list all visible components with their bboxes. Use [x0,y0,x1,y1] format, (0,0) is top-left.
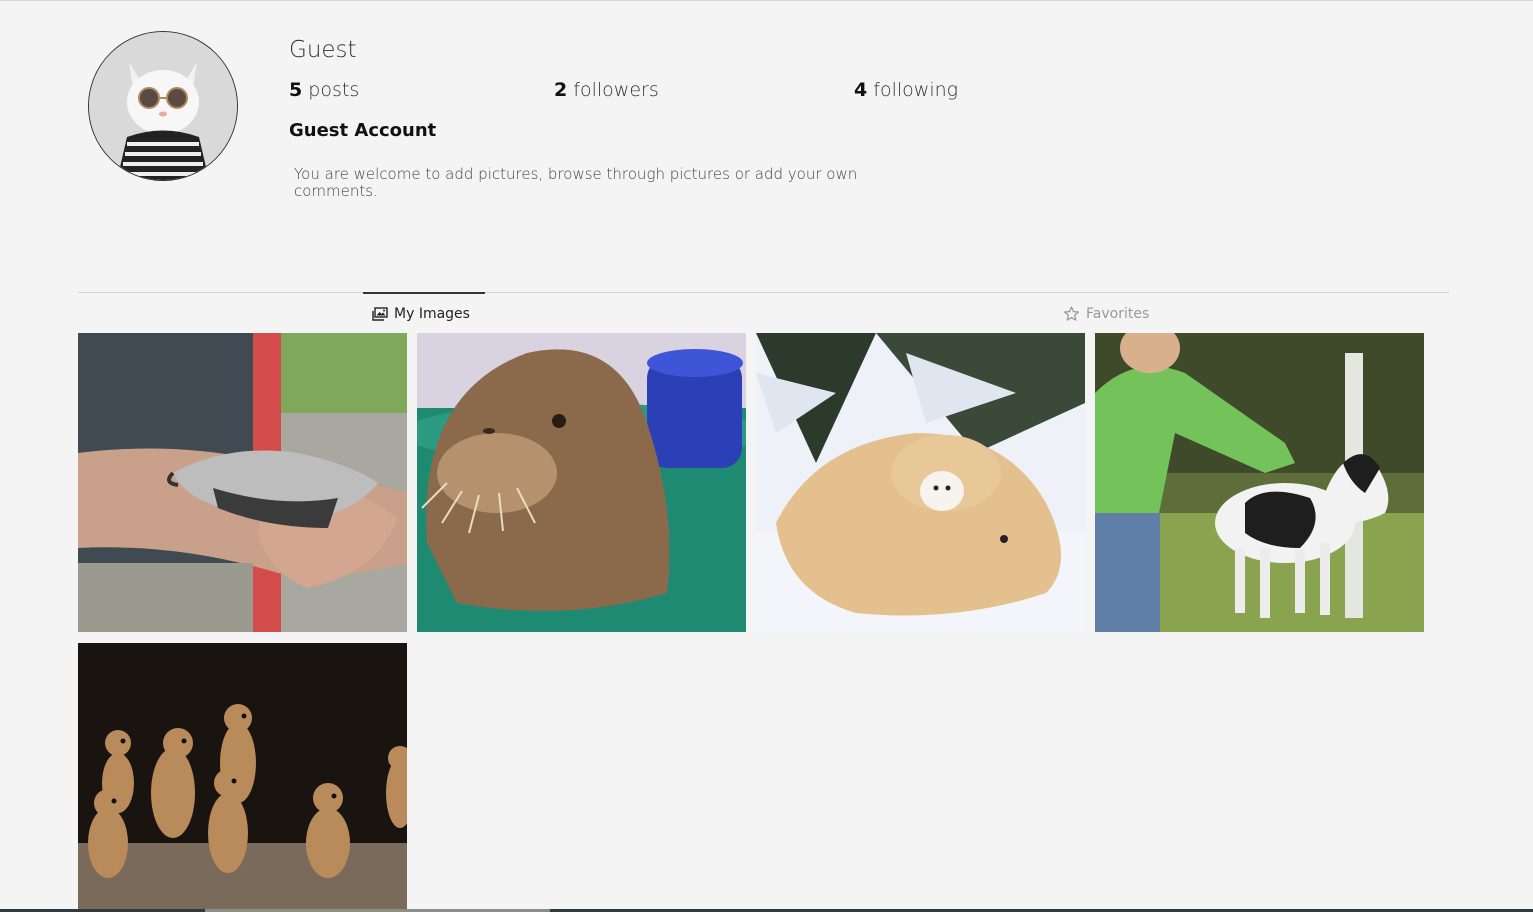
profile-username: Guest [289,37,357,63]
followers-label: followers [573,79,659,101]
gallery-image[interactable] [417,333,746,632]
star-outline-icon [1063,306,1080,322]
followers-stat[interactable]: 2 followers [554,79,659,101]
avatar-cat-image [89,32,237,180]
foal-image [1095,333,1424,632]
tab-favorites[interactable]: Favorites [1063,304,1149,324]
ground-squirrels-image [78,643,407,909]
gallery-image[interactable] [756,333,1085,632]
polar-bear-image [756,333,1085,632]
following-count: 4 [854,79,868,101]
profile-bio: You are welcome to add pictures, browse … [294,165,858,200]
posts-count: 5 [289,79,303,101]
followers-count: 2 [554,79,568,101]
following-stat[interactable]: 4 following [854,79,958,101]
posts-stat: 5 posts [289,79,359,101]
tab-my-images[interactable]: My Images [372,304,470,324]
following-label: following [873,79,959,101]
gallery-image[interactable] [78,643,407,909]
anteater-image [78,333,407,632]
gallery-image[interactable] [1095,333,1424,632]
active-tab-indicator [363,292,485,294]
avatar[interactable] [88,31,238,181]
walrus-image [417,333,746,632]
top-border [0,0,1533,1]
images-icon [372,307,388,321]
posts-label: posts [308,79,360,101]
tabs-divider [78,292,1449,293]
tab-my-images-label: My Images [394,306,470,322]
profile-full-name: Guest Account [289,120,437,141]
tab-favorites-label: Favorites [1086,306,1150,322]
gallery-image[interactable] [78,333,407,632]
